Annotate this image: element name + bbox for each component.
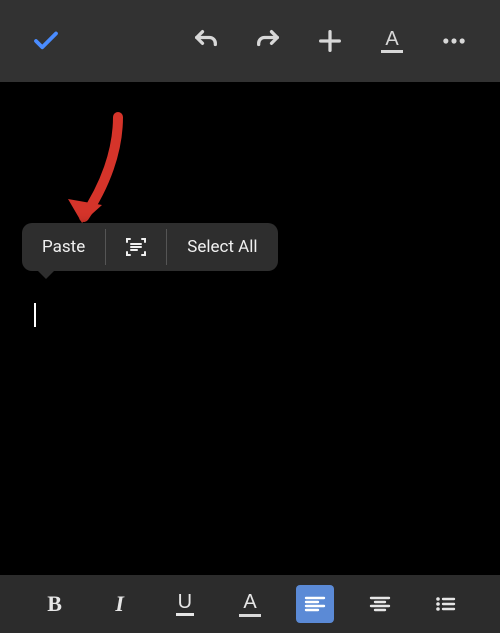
bottom-toolbar: B I U A — [0, 575, 500, 633]
bullet-list-button[interactable] — [426, 585, 464, 623]
check-icon — [31, 26, 61, 56]
text-format-button[interactable]: A — [368, 17, 416, 65]
italic-icon: I — [115, 591, 124, 617]
redo-button[interactable] — [244, 17, 292, 65]
text-color-button[interactable]: A — [231, 585, 269, 623]
underline-icon: U — [176, 592, 194, 616]
scan-text-button[interactable] — [106, 223, 166, 271]
document-canvas[interactable]: Paste Select All — [0, 82, 500, 575]
top-toolbar: A — [0, 0, 500, 82]
undo-icon — [192, 27, 220, 55]
insert-button[interactable] — [306, 17, 354, 65]
confirm-button[interactable] — [22, 17, 70, 65]
underline-button[interactable]: U — [166, 585, 204, 623]
plus-icon — [316, 27, 344, 55]
select-all-button[interactable]: Select All — [167, 223, 277, 271]
undo-button[interactable] — [182, 17, 230, 65]
text-format-icon: A — [381, 29, 403, 53]
bullet-list-icon — [433, 592, 457, 616]
align-center-button[interactable] — [361, 585, 399, 623]
paste-button[interactable]: Paste — [22, 223, 105, 271]
bold-button[interactable]: B — [36, 585, 74, 623]
align-left-icon — [303, 592, 327, 616]
paste-label: Paste — [42, 237, 85, 257]
select-all-label: Select All — [187, 237, 257, 257]
text-caret — [34, 303, 36, 327]
align-center-icon — [368, 592, 392, 616]
scan-text-icon — [124, 235, 148, 259]
redo-icon — [254, 27, 282, 55]
more-button[interactable] — [430, 17, 478, 65]
annotation-arrow-icon — [60, 111, 140, 226]
text-color-icon: A — [239, 592, 261, 617]
italic-button[interactable]: I — [101, 585, 139, 623]
more-horizontal-icon — [440, 27, 468, 55]
align-left-button[interactable] — [296, 585, 334, 623]
bold-icon: B — [47, 591, 62, 617]
context-menu: Paste Select All — [22, 223, 278, 271]
